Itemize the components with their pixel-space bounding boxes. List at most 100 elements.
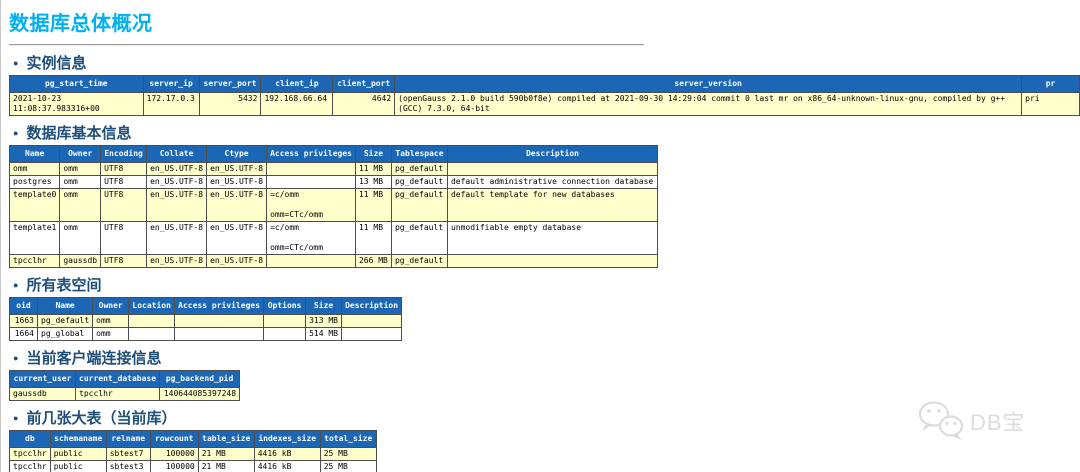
bullet-icon: ● xyxy=(13,58,19,68)
table-cell: sbtest3 xyxy=(105,460,151,472)
table-cell: omm xyxy=(59,175,102,189)
table-cell: en_US.UTF-8 xyxy=(146,175,208,189)
table-row: tpcclhr public sbtest7 100000 21 MB 4416 kB 25… xyxy=(9,447,377,461)
column-header: Options xyxy=(263,297,307,315)
table-cell: 192.168.66.64 xyxy=(260,92,334,116)
table-cell: pg_default xyxy=(36,314,94,328)
column-header: Size xyxy=(354,145,392,163)
column-header: pr xyxy=(1021,75,1080,93)
table-cell: en_US.UTF-8 xyxy=(206,162,268,176)
table-row: 2021-10-23 11:08:37.983316+00 172.17.0.3 5… xyxy=(9,92,1080,116)
column-header: client_port xyxy=(332,75,396,93)
table-cell: template1 xyxy=(8,221,61,255)
table-cell: pg_default xyxy=(390,175,448,189)
table-cell xyxy=(446,162,658,176)
table-cell: 100000 xyxy=(149,460,199,472)
table-cell: tpcclhr xyxy=(8,254,61,268)
table-cell: (openGauss 2.1.0 build 590b0f8e) compile… xyxy=(394,92,1023,116)
bullet-icon: ● xyxy=(13,280,19,290)
table-cell: UTF8 xyxy=(100,162,148,176)
table-cell: pg_default xyxy=(390,221,448,255)
table-cell: 21 MB xyxy=(197,460,255,472)
section-heading: ● 实例信息 xyxy=(9,56,1080,71)
table-cell xyxy=(341,314,403,328)
table-header-row: Name Owner Encoding Collate Ctype Access priv… xyxy=(8,145,658,163)
instance-info-table: pg_start_time server_ip server_port client_… xyxy=(9,75,1080,116)
table-cell: public xyxy=(49,460,107,472)
table-cell: 21 MB xyxy=(197,447,255,461)
table-cell: en_US.UTF-8 xyxy=(206,254,268,268)
table-row: template0 omm UTF8 en_US.UTF-8 en_US.UTF-8 =c… xyxy=(8,188,658,222)
table-cell xyxy=(174,327,265,341)
table-cell: UTF8 xyxy=(100,188,148,222)
column-header: server_port xyxy=(198,75,262,93)
column-header: current_user xyxy=(9,370,76,388)
table-cell: UTF8 xyxy=(100,221,148,255)
title-divider xyxy=(9,44,644,46)
table-cell: omm xyxy=(59,162,102,176)
watermark-text: DB宝 xyxy=(970,410,1026,435)
table-cell: 11 MB xyxy=(354,162,392,176)
table-cell xyxy=(266,162,356,176)
table-cell xyxy=(263,314,307,328)
table-cell: unmodifiable empty database xyxy=(446,221,658,255)
table-cell: tpcclhr xyxy=(74,387,161,401)
column-header: client_ip xyxy=(260,75,334,93)
column-header: total_size xyxy=(319,430,377,448)
section-client-connection: ● 当前客户端连接信息 current_user current_database p… xyxy=(9,351,1080,401)
column-header: Description xyxy=(446,145,658,163)
table-row: 1663 pg_default omm 313 MB xyxy=(9,314,403,328)
table-cell: 11 MB xyxy=(354,221,392,255)
column-header: schemaname xyxy=(49,430,107,448)
table-cell: 25 MB xyxy=(319,447,377,461)
table-cell: 140644085397248 xyxy=(159,387,241,401)
table-cell xyxy=(266,175,356,189)
table-cell: =c/omm omm=CTc/omm xyxy=(266,188,356,222)
table-row: postgres omm UTF8 en_US.UTF-8 en_US.UTF-8 13 … xyxy=(8,175,658,189)
column-header: pg_start_time xyxy=(9,75,144,93)
column-header: db xyxy=(9,430,51,448)
top-tables-table: db schemaname relname rowcount table_size ind… xyxy=(9,430,377,472)
table-cell: 172.17.0.3 xyxy=(142,92,200,116)
table-cell: UTF8 xyxy=(100,175,148,189)
table-cell xyxy=(446,254,658,268)
table-cell: 4416 kB xyxy=(253,460,321,472)
column-header: Collate xyxy=(146,145,208,163)
table-cell: default template for new databases xyxy=(446,188,658,222)
table-cell: 5432 xyxy=(198,92,262,116)
table-cell: =c/omm omm=CTc/omm xyxy=(266,221,356,255)
column-header: Owner xyxy=(59,145,102,163)
table-cell: 1664 xyxy=(9,327,38,341)
table-cell: tpcclhr xyxy=(9,460,51,472)
column-header: Tablespace xyxy=(390,145,448,163)
table-row: omm omm UTF8 en_US.UTF-8 en_US.UTF-8 11 MB pg_… xyxy=(8,162,658,176)
table-cell xyxy=(174,314,265,328)
table-cell: en_US.UTF-8 xyxy=(146,221,208,255)
column-header: table_size xyxy=(197,430,255,448)
column-header: Name xyxy=(8,145,61,163)
table-cell: omm xyxy=(59,188,102,222)
database-basic-info-table: Name Owner Encoding Collate Ctype Access priv… xyxy=(8,145,658,268)
section-heading-label: 前几张大表（当前库） xyxy=(26,410,177,427)
table-cell: 100000 xyxy=(149,447,199,461)
watermark: DB宝 xyxy=(917,400,1026,442)
section-heading-label: 实例信息 xyxy=(26,55,87,72)
column-header: pg_backend_pid xyxy=(159,370,241,388)
column-header: Location xyxy=(128,297,176,315)
wechat-icon xyxy=(918,401,964,440)
table-cell: 2021-10-23 11:08:37.983316+00 xyxy=(9,92,144,116)
table-cell: 4416 kB xyxy=(253,447,321,461)
table-cell xyxy=(128,314,176,328)
table-cell xyxy=(128,327,176,341)
table-cell: 313 MB xyxy=(305,314,343,328)
table-cell: UTF8 xyxy=(100,254,148,268)
table-cell: 4642 xyxy=(332,92,396,116)
table-row: tpcclhr gaussdb UTF8 en_US.UTF-8 en_US.UTF-8… xyxy=(8,254,658,268)
table-cell: omm xyxy=(92,314,130,328)
column-header: Access privileges xyxy=(266,145,356,163)
table-cell xyxy=(266,254,356,268)
table-cell: gaussdb xyxy=(59,254,102,268)
column-header: relname xyxy=(105,430,151,448)
column-header: Size xyxy=(305,297,343,315)
table-cell: gaussdb xyxy=(9,387,76,401)
